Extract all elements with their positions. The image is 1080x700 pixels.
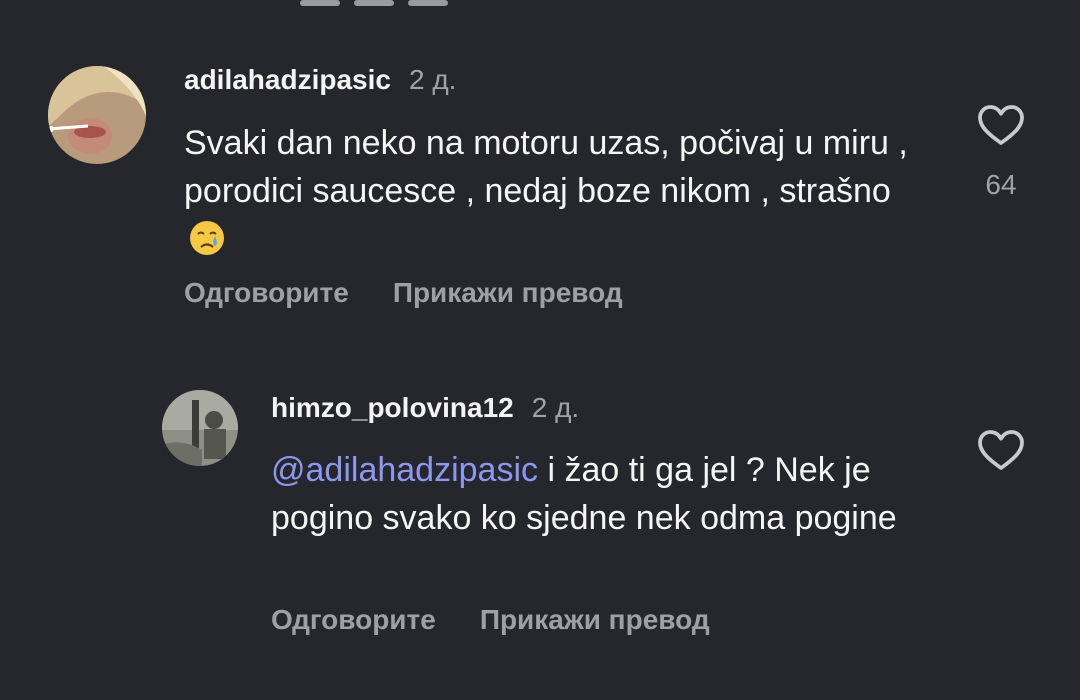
- comment-2-reply: himzo_polovina12 2 д. @adilahadzipasic i …: [0, 340, 1080, 700]
- comment-text: Svaki dan neko na motoru uzas, počivaj u…: [184, 119, 924, 263]
- mention-link[interactable]: @adilahadzipasic: [271, 451, 538, 489]
- crying-face-icon: [188, 219, 226, 257]
- heart-outline-icon[interactable]: [977, 429, 1025, 471]
- comment-text: @adilahadzipasic i žao ti ga jel ? Nek j…: [271, 446, 921, 542]
- translate-button[interactable]: Прикажи превод: [480, 604, 710, 635]
- comment-meta: himzo_polovina12 2 д.: [271, 391, 579, 425]
- avatar[interactable]: [48, 66, 146, 164]
- reply-button[interactable]: Одговорите: [184, 277, 349, 308]
- timestamp: 2 д.: [408, 64, 457, 95]
- reply-button[interactable]: Одговорите: [271, 604, 436, 635]
- like-control: 64: [975, 104, 1027, 202]
- heart-outline-icon[interactable]: [977, 104, 1025, 146]
- like-count: 64: [985, 169, 1017, 200]
- timestamp: 2 д.: [531, 392, 580, 423]
- avatar[interactable]: [162, 390, 238, 466]
- username[interactable]: himzo_polovina12: [271, 392, 514, 423]
- comment-actions: Одговорите Прикажи превод: [271, 603, 754, 637]
- translate-button[interactable]: Прикажи превод: [393, 277, 623, 308]
- comment-1: adilahadzipasic 2 д. Svaki dan neko na mo…: [0, 0, 1080, 340]
- like-control: [975, 429, 1027, 471]
- comment-actions: Одговорите Прикажи превод: [184, 276, 667, 310]
- comment-body: Svaki dan neko na motoru uzas, počivaj u…: [184, 124, 908, 210]
- username[interactable]: adilahadzipasic: [184, 64, 391, 95]
- comment-meta: adilahadzipasic 2 д.: [184, 63, 456, 97]
